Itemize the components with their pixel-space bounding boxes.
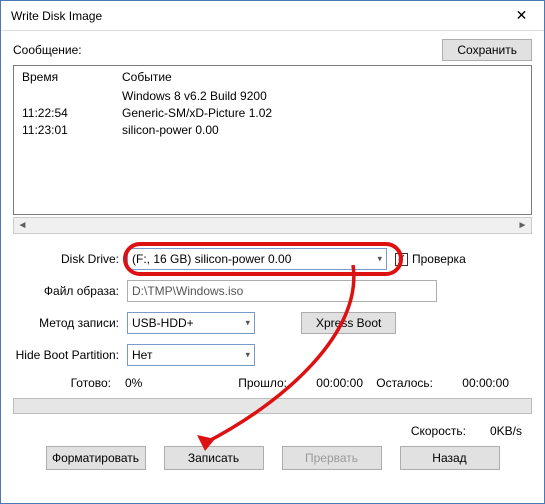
save-button[interactable]: Сохранить [442, 39, 532, 61]
titlebar: Write Disk Image ✕ [1, 1, 544, 31]
write-method-label: Метод записи: [13, 316, 127, 330]
scroll-right-icon[interactable]: ► [514, 218, 531, 233]
chevron-down-icon: ▾ [245, 318, 250, 329]
ready-value: 0% [125, 376, 215, 390]
abort-button: Прервать [282, 446, 382, 470]
speed-label: Скорость: [411, 424, 466, 438]
ready-label: Готово: [13, 376, 119, 390]
log-row: Windows 8 v6.2 Build 9200 [22, 88, 523, 105]
log-box: Время Событие Windows 8 v6.2 Build 9200 … [13, 65, 532, 215]
log-row: 11:22:54 Generic-SM/xD-Picture 1.02 [22, 105, 523, 122]
hide-boot-select[interactable]: Нет ▾ [127, 344, 255, 366]
verify-label: Проверка [412, 252, 466, 266]
remaining-value: 00:00:00 [439, 376, 509, 390]
scroll-left-icon[interactable]: ◄ [14, 218, 31, 233]
disk-drive-select[interactable]: (F:, 16 GB) silicon-power 0.00 ▾ [127, 248, 387, 270]
hide-boot-label: Hide Boot Partition: [13, 348, 127, 362]
chevron-down-icon: ▾ [245, 350, 250, 361]
elapsed-value: 00:00:00 [293, 376, 363, 390]
log-header-event: Событие [122, 70, 523, 84]
write-method-select[interactable]: USB-HDD+ ▾ [127, 312, 255, 334]
horizontal-scrollbar[interactable]: ◄ ► [13, 217, 532, 234]
log-row: 11:23:01 silicon-power 0.00 [22, 122, 523, 139]
window-title: Write Disk Image [1, 9, 499, 23]
back-button[interactable]: Назад [400, 446, 500, 470]
format-button[interactable]: Форматировать [46, 446, 146, 470]
verify-checkbox[interactable]: ✓ [395, 253, 408, 266]
progress-bar [13, 398, 532, 414]
write-button[interactable]: Записать [164, 446, 264, 470]
write-disk-image-window: Write Disk Image ✕ Сообщение: Сохранить … [0, 0, 545, 504]
xpress-boot-button[interactable]: Xpress Boot [301, 312, 396, 334]
chevron-down-icon: ▾ [377, 254, 382, 265]
message-label: Сообщение: [13, 43, 442, 57]
log-header-time: Время [22, 70, 122, 84]
image-file-label: Файл образа: [13, 284, 127, 298]
image-file-input[interactable]: D:\TMP\Windows.iso [127, 280, 437, 302]
elapsed-label: Прошло: [221, 376, 287, 390]
disk-drive-label: Disk Drive: [13, 252, 127, 266]
close-icon[interactable]: ✕ [499, 1, 544, 31]
speed-value: 0KB/s [490, 424, 522, 438]
remaining-label: Осталось: [369, 376, 433, 390]
